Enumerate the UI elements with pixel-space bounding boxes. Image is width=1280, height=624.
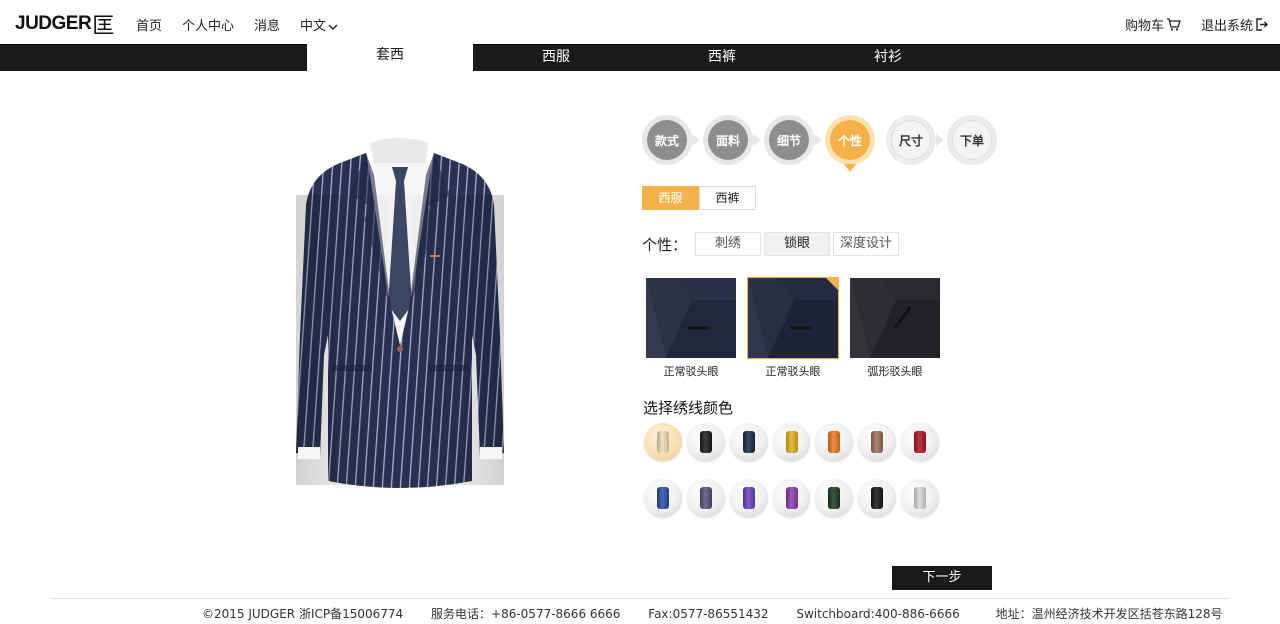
cart-icon <box>1166 18 1181 31</box>
footer: ©2015 JUDGER 浙ICP备15006774 服务电话：+86-0577… <box>50 598 1230 624</box>
thread-color-swatch[interactable] <box>815 423 854 461</box>
top-nav: 首页 个人中心 消息 中文 <box>136 15 358 34</box>
logout-label: 退出系统 <box>1200 19 1253 34</box>
step-order-label: 下单 <box>952 120 992 160</box>
buttonhole-caption: 正常驳头眼 <box>765 365 821 378</box>
thread-spool-icon <box>871 431 884 453</box>
thread-color-swatch[interactable] <box>858 423 897 461</box>
thread-color-swatch[interactable] <box>644 479 682 517</box>
next-step-button[interactable]: 下一步 <box>892 566 992 590</box>
nav-messages[interactable]: 消息 <box>254 15 280 34</box>
thread-color-swatch[interactable] <box>772 479 811 517</box>
category-bar: 套西 西服 西裤 衬衫 <box>0 43 1280 73</box>
category-tabs: 套西 西服 西裤 衬衫 <box>307 43 971 73</box>
thread-color-grid <box>644 423 944 519</box>
thread-spool-icon <box>785 431 798 453</box>
tab-shirt[interactable]: 衬衫 <box>805 45 971 72</box>
nav-personal-center[interactable]: 个人中心 <box>182 15 234 34</box>
thread-color-swatch[interactable] <box>815 479 854 517</box>
thread-spool-icon <box>828 431 841 453</box>
lapel-thumbnail <box>646 278 736 358</box>
thread-spool-icon <box>656 431 669 453</box>
top-header: JUDGER 匡 首页 个人中心 消息 中文 购物车 退出系统 <box>0 0 1280 44</box>
tab-jacket[interactable]: 西服 <box>473 45 639 72</box>
buttonhole-options: 正常驳头眼 正常驳头眼 弧形驳头眼 <box>645 277 941 379</box>
customization-steps: 款式 面料 细节 个性 尺寸 下单 <box>642 115 1008 172</box>
nav-home[interactable]: 首页 <box>136 15 162 34</box>
thread-spool-icon <box>785 487 798 509</box>
thread-spool-icon <box>742 431 755 453</box>
chevron-down-icon <box>328 24 338 30</box>
buttonhole-option[interactable]: 弧形驳头眼 <box>849 277 941 379</box>
option-embroidery[interactable]: 刺绣 <box>695 232 762 256</box>
buttonhole-caption: 弧形驳头眼 <box>867 365 923 378</box>
step-style[interactable]: 款式 <box>642 115 700 165</box>
option-buttonhole[interactable]: 锁眼 <box>764 232 831 256</box>
language-selector[interactable]: 中文 <box>300 15 338 34</box>
lapel-thumbnail <box>850 278 940 358</box>
tab-suit-set[interactable]: 套西 <box>307 43 473 73</box>
thread-spool-icon <box>828 487 841 509</box>
thread-color-row <box>644 423 944 463</box>
thread-color-swatch[interactable] <box>901 423 940 461</box>
thread-color-swatch[interactable] <box>686 479 725 517</box>
lapel-thumbnail <box>748 278 838 358</box>
thread-spool-icon <box>656 487 669 509</box>
language-label: 中文 <box>300 19 327 34</box>
thread-spool-icon <box>871 487 884 509</box>
thread-spool-icon <box>914 431 927 453</box>
garment-subtabs: 西服 西裤 <box>642 186 756 210</box>
step-size-label: 尺寸 <box>891 120 931 160</box>
personalization-label: 个性： <box>642 235 688 254</box>
thread-spool-icon <box>742 487 755 509</box>
suit-preview-image <box>296 138 504 488</box>
logout-link[interactable]: 退出系统 <box>1201 15 1268 34</box>
thread-color-swatch[interactable] <box>729 423 768 461</box>
thread-color-title: 选择绣线颜色 <box>643 399 734 417</box>
footer-info: ©2015 JUDGER 浙ICP备15006774 服务电话：+86-0577… <box>202 605 1222 622</box>
step-details[interactable]: 细节 <box>764 115 822 165</box>
step-details-label: 细节 <box>769 120 809 160</box>
step-size[interactable]: 尺寸 <box>886 115 944 165</box>
footer-address: 地址：温州经济技术开发区括苍东路128号 <box>995 607 1223 621</box>
step-personalization-label: 个性 <box>830 120 870 160</box>
footer-switchboard: Switchboard:400-886-6666 <box>796 607 960 621</box>
thread-spool-icon <box>914 487 927 509</box>
step-style-label: 款式 <box>647 120 687 160</box>
logo[interactable]: JUDGER 匡 <box>15 10 115 39</box>
footer-service-phone: 服务电话：+86-0577-8666 6666 <box>431 607 621 621</box>
cart-label: 购物车 <box>1124 19 1164 34</box>
thread-spool-icon <box>699 431 712 453</box>
step-fabric-label: 面料 <box>708 120 748 160</box>
thread-spool-icon <box>699 487 712 509</box>
thread-color-swatch[interactable] <box>772 423 811 461</box>
personalization-row: 个性： 刺绣 锁眼 深度设计 <box>642 232 900 256</box>
logo-glyph: 匡 <box>92 14 115 39</box>
tab-trousers[interactable]: 西裤 <box>639 45 805 72</box>
footer-copyright: ©2015 JUDGER 浙ICP备15006774 <box>202 607 404 621</box>
thread-color-swatch[interactable] <box>729 479 768 517</box>
buttonhole-option[interactable]: 正常驳头眼 <box>747 277 839 379</box>
buttonhole-caption: 正常驳头眼 <box>663 365 719 378</box>
subtab-trousers[interactable]: 西裤 <box>699 186 756 210</box>
buttonhole-option[interactable]: 正常驳头眼 <box>645 277 737 379</box>
step-personalization[interactable]: 个性 <box>825 115 875 172</box>
step-order[interactable]: 下单 <box>947 115 997 165</box>
logo-text: JUDGER <box>15 13 92 34</box>
thread-color-swatch[interactable] <box>901 479 940 517</box>
option-deep-design[interactable]: 深度设计 <box>833 232 900 256</box>
cart-link[interactable]: 购物车 <box>1125 15 1181 34</box>
subtab-jacket[interactable]: 西服 <box>642 186 699 210</box>
thread-color-row <box>644 479 944 519</box>
thread-color-swatch[interactable] <box>686 423 725 461</box>
step-fabric[interactable]: 面料 <box>703 115 761 165</box>
buttonhole-image <box>645 277 737 359</box>
thread-color-swatch[interactable] <box>644 423 682 461</box>
footer-fax: Fax:0577-86551432 <box>648 607 769 621</box>
logout-icon <box>1256 18 1268 31</box>
header-actions: 购物车 退出系统 <box>1125 15 1268 34</box>
buttonhole-image <box>849 277 941 359</box>
buttonhole-image <box>747 277 839 359</box>
thread-color-swatch[interactable] <box>858 479 897 517</box>
